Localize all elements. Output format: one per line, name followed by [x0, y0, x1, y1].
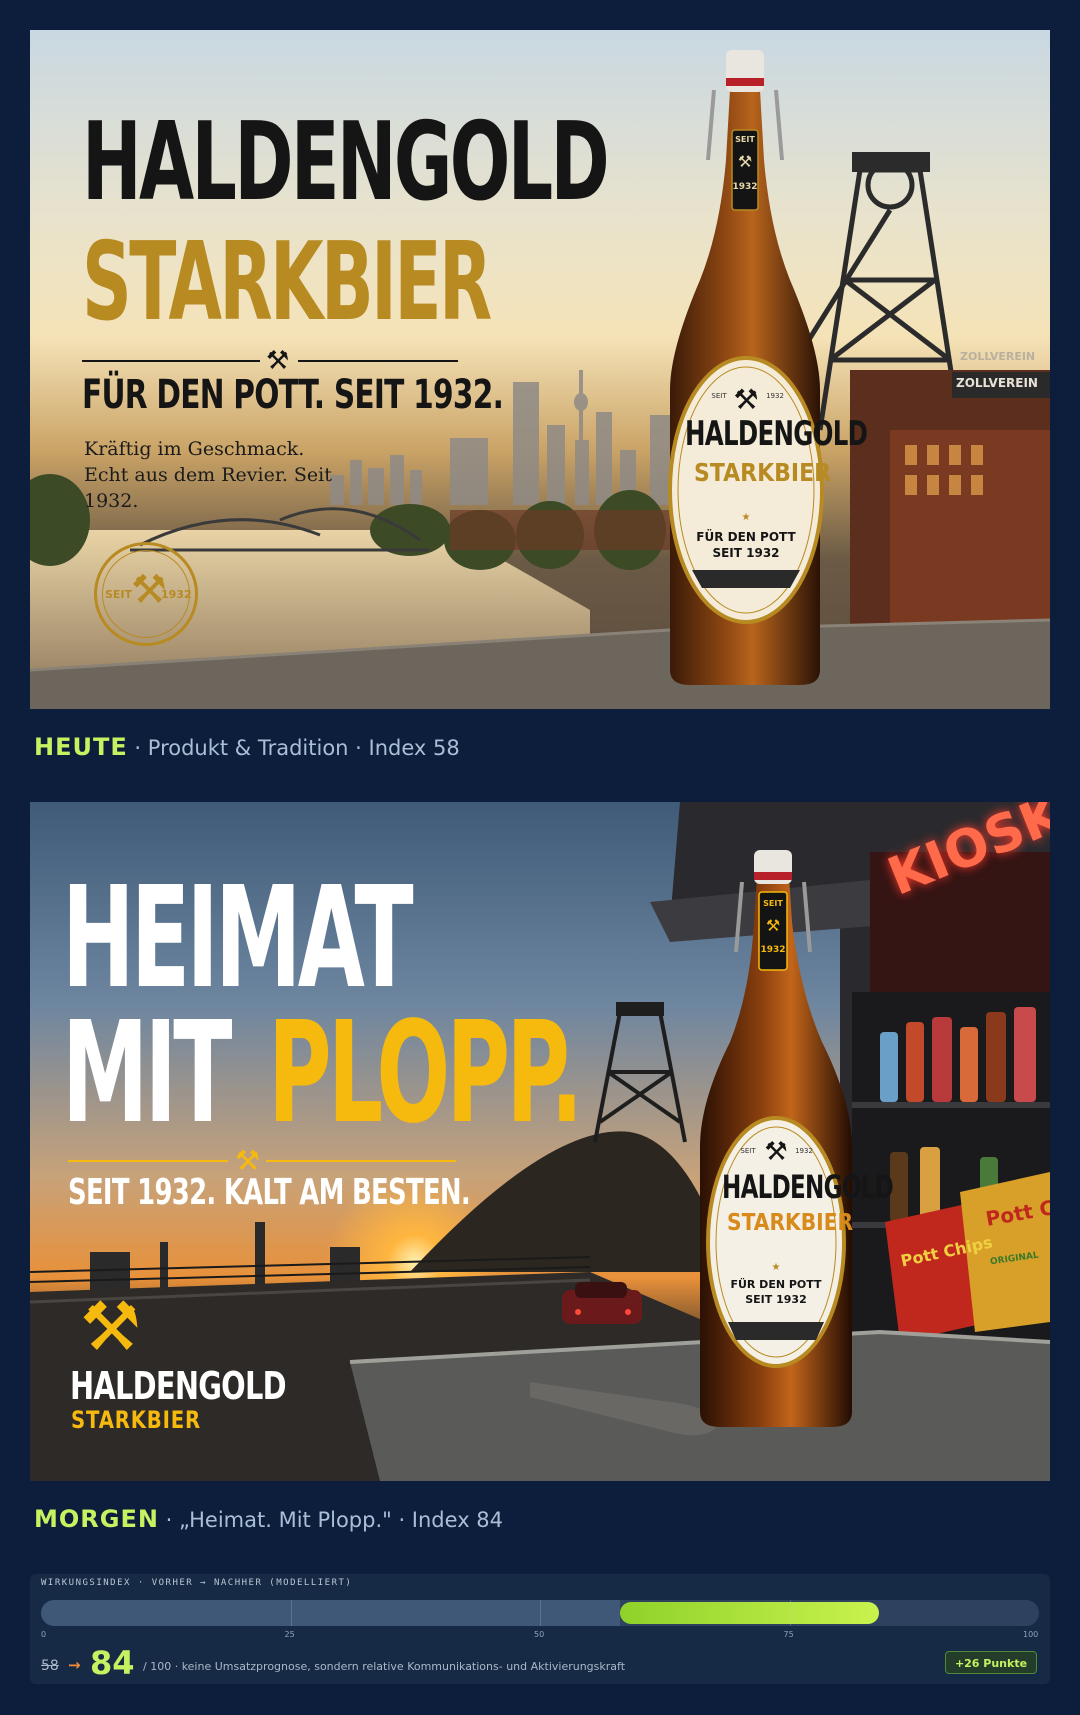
tick-label: 0	[41, 1630, 47, 1639]
brand-product: STARKBIER	[71, 1406, 202, 1434]
label-year: 1932	[795, 1147, 813, 1155]
meter-gain-segment	[619, 1602, 880, 1624]
star-icon: ★	[741, 512, 751, 523]
headline-brand: HALDENGOLD	[82, 100, 610, 225]
meter-track	[41, 1600, 1039, 1626]
meter-before-segment	[41, 1600, 620, 1626]
tick-label: 25	[284, 1630, 295, 1639]
neck-label-top: SEIT	[735, 135, 755, 144]
ad-today: HALDENGOLD STARKBIER ⚒ FÜR DEN POTT. SEI…	[30, 30, 1050, 709]
caption-today-label: HEUTE	[34, 733, 128, 761]
hammer-pick-icon: ⚒	[737, 152, 753, 171]
meter-tick	[540, 1600, 541, 1626]
seal-right-text: 1932	[161, 588, 192, 601]
headline-highlight: PLOPP.	[268, 992, 583, 1155]
label-brand: HALDENGOLD	[722, 1168, 894, 1206]
score-note: / 100 · keine Umsatzprognose, sondern re…	[143, 1660, 626, 1673]
label-line-2: SEIT 1932	[712, 546, 780, 560]
headline-line-2: MIT	[62, 992, 232, 1155]
caption-tomorrow-text: · „Heimat. Mit Plopp." · Index 84	[165, 1508, 504, 1532]
label-line-1: FÜR DEN POTT	[730, 1278, 822, 1291]
score-after: 84	[90, 1644, 135, 1682]
tick-label: 75	[783, 1630, 794, 1639]
meter-title: WIRKUNGSINDEX · VORHER → NACHHER (MODELL…	[41, 1578, 353, 1588]
caption-today: HEUTE · Produkt & Tradition · Index 58	[34, 733, 460, 761]
seal-left-text: SEIT	[105, 588, 133, 601]
delta-badge: +26 Punkte	[945, 1651, 1037, 1674]
label-seit: SEIT	[740, 1147, 756, 1155]
impact-index-meter: WIRKUNGSINDEX · VORHER → NACHHER (MODELL…	[30, 1574, 1050, 1684]
caption-tomorrow-label: MORGEN	[34, 1505, 159, 1533]
tick-label: 50	[534, 1630, 545, 1639]
divider-left	[82, 360, 260, 362]
neck-label-top: SEIT	[763, 899, 783, 908]
divider-left	[68, 1160, 228, 1162]
neck-label-bottom: 1932	[732, 182, 758, 192]
tick-label: 100	[1023, 1630, 1039, 1639]
caption-tomorrow: MORGEN · „Heimat. Mit Plopp." · Index 84	[34, 1505, 503, 1533]
seit-1932-seal: SEIT ⚒ 1932	[94, 542, 198, 646]
hammer-pick-icon: ⚒	[765, 916, 781, 935]
headline-product: STARKBIER	[82, 220, 492, 345]
label-product: STARKBIER	[694, 458, 832, 487]
brand-name: HALDENGOLD	[70, 1364, 287, 1408]
subcopy: Kräftig im Geschmack. Echt aus dem Revie…	[84, 438, 332, 512]
meter-tick	[789, 1600, 791, 1626]
divider-right	[298, 360, 458, 362]
bottle	[668, 50, 824, 685]
label-line-2: SEIT 1932	[745, 1293, 807, 1306]
building-sign: ZOLLVEREIN	[956, 376, 1038, 390]
meter-tick	[290, 1600, 292, 1626]
caption-today-text: · Produkt & Tradition · Index 58	[134, 736, 460, 760]
label-seit: SEIT	[711, 392, 727, 400]
star-icon: ★	[771, 1262, 781, 1273]
neck-label-bottom: 1932	[760, 945, 786, 955]
label-line-1: FÜR DEN POTT	[696, 530, 796, 544]
tagline: SEIT 1932. KALT AM BESTEN.	[68, 1172, 471, 1213]
arrow-right-icon: →	[68, 1656, 81, 1674]
tagline: FÜR DEN POTT. SEIT 1932.	[82, 372, 504, 418]
score-before: 58	[41, 1658, 59, 1674]
label-product: STARKBIER	[727, 1210, 854, 1236]
hammer-pick-logo-icon: ⚒	[80, 1288, 141, 1367]
tower-sign: ZOLLVEREIN	[960, 350, 1036, 363]
divider-right	[266, 1160, 456, 1162]
label-year: 1932	[766, 392, 784, 400]
label-brand: HALDENGOLD	[685, 414, 868, 454]
ad-tomorrow: HEIMAT MIT PLOPP. ⚒ SEIT 1932. KALT AM B…	[30, 802, 1050, 1481]
